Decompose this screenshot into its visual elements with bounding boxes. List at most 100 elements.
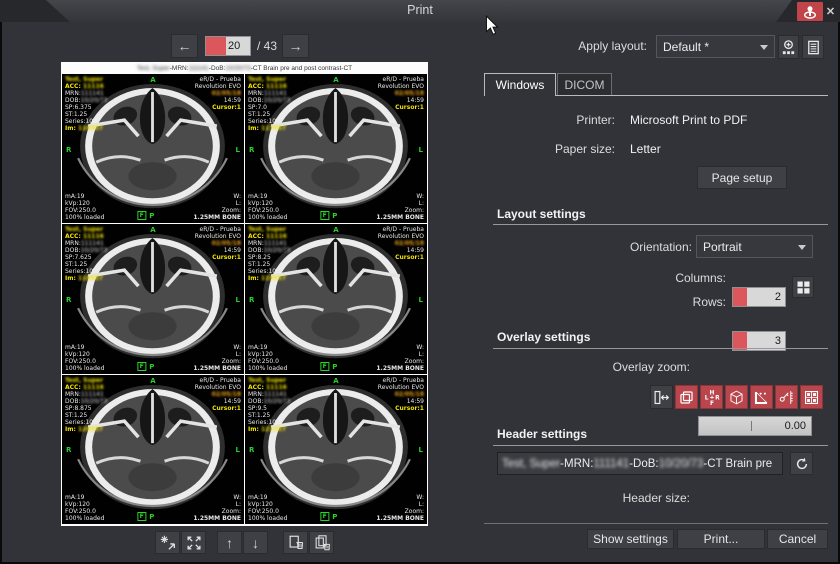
overlay-orientation-button[interactable]: HLRF [700,385,723,409]
stack-icon [678,389,695,406]
overlay-grid-button[interactable] [800,385,823,409]
orientation-marker-posterior: F P [320,362,337,371]
flip-marker: F [137,211,146,220]
cell-overlay-bottom-left: mA:19 kVp:120 FOV:250.0 100% loaded [65,344,104,372]
overlay-zoom-label: Overlay zoom: [500,360,690,374]
orientation-marker-right: R [249,446,254,454]
move-page-up-button[interactable]: ↑ [217,531,242,554]
cell-overlay-bottom-left: mA:19 kVp:120 FOV:250.0 100% loaded [248,193,287,221]
flip-marker: F [320,512,329,521]
right-arrow-icon: → [289,38,303,54]
grid-layout-button[interactable] [792,276,814,298]
rows-value: 3 [775,335,781,347]
overlay-cube-button[interactable] [725,385,748,409]
apply-layout-value: Default * [663,40,709,54]
delete-page-icon [287,534,305,552]
measure-icon [778,389,795,406]
save-layout-icon [780,39,797,56]
page-setup-button[interactable]: Page setup [697,166,787,189]
cell-overlay-bottom-left: mA:19 kVp:120 FOV:250.0 100% loaded [248,494,287,522]
svg-text:R: R [715,396,720,402]
delete-page-button[interactable] [283,531,308,554]
flip-marker: F [320,211,329,220]
orientation-marker-left: L [236,446,240,454]
svg-text:H: H [709,390,714,396]
orientation-marker-posterior: F P [320,211,337,220]
prev-page-button[interactable]: ← [171,34,198,58]
tab-windows[interactable]: Windows [484,73,556,96]
orientation-dropdown[interactable]: Portrait [696,235,813,258]
cell-overlay-top-left: Test, Super ACC: 11116 MRN:111141 DOB:10… [65,226,107,282]
orientation-marker-left: L [236,296,240,304]
orientation-marker-posterior: F P [137,512,154,521]
orientation-marker-left: L [419,296,423,304]
left-arrow-icon: ← [178,38,192,54]
orientation-marker-anterior: A [333,76,338,84]
close-button[interactable]: ✕ [822,1,839,21]
overlay-ruler-button[interactable] [750,385,773,409]
page-spinner-fill [206,37,226,55]
user-pin-button[interactable] [797,2,823,21]
page-number-spinner[interactable]: 20 [205,36,251,56]
overlay-stack-button[interactable] [675,385,698,409]
preview-cell[interactable]: Test, Super ACC: 11116 MRN:111141 DOB:10… [245,375,427,524]
move-page-down-button[interactable]: ↓ [243,531,268,554]
cell-overlay-bottom-right: W: L: Zoom: 1.25MM BONE [193,193,241,221]
svg-text:F: F [710,401,714,406]
columns-spinner[interactable]: 2 [732,287,786,307]
header-reset-button[interactable] [790,452,813,475]
rows-label: Rows: [560,295,726,309]
page-total: / 43 [257,39,277,53]
header-text-field[interactable]: Test, Super-MRN:111141-DoB:10/20/73-CT B… [497,452,783,475]
cancel-button[interactable]: Cancel [767,529,828,549]
preview-cell[interactable]: Test, Super ACC: 11116 MRN:111141 DOB:10… [62,375,244,524]
printer-value: Microsoft Print to PDF [630,113,747,127]
orientation-marker-right: R [66,446,71,454]
cube-icon [728,389,745,406]
actual-size-icon [159,534,177,552]
orientation-marker-right: R [66,146,71,154]
preview-page-header: Test, Super-MRN:111141-DoB:10/20/73-CT B… [62,63,427,74]
chevron-down-icon [798,245,806,254]
overlay-measure-button[interactable] [775,385,798,409]
actual-size-button[interactable] [155,531,180,554]
cell-overlay-bottom-right: W: L: Zoom: 1.25MM BONE [193,344,241,372]
preview-cell[interactable]: Test, Super ACC: 11116 MRN:111141 DOB:10… [62,74,244,223]
orientation-marker-anterior: A [150,377,155,385]
show-settings-button[interactable]: Show settings [587,529,674,549]
preview-cell[interactable]: Test, Super ACC: 11116 MRN:111141 DOB:10… [245,74,427,223]
overlay-zoom-value: 0.00 [785,420,806,432]
orientation-letters-icon: HLRF [703,388,721,406]
orientation-value: Portrait [703,240,742,254]
apply-layout-dropdown[interactable]: Default * [656,35,775,58]
flip-marker: F [320,362,329,371]
delete-all-pages-button[interactable] [309,531,334,554]
cell-overlay-top-left: Test, Super ACC: 11116 MRN:111141 DOB:10… [65,76,107,132]
orientation-marker-anterior: A [150,76,155,84]
next-page-button[interactable]: → [282,34,309,58]
flip-marker: F [137,512,146,521]
user-pin-icon [802,4,818,20]
cell-overlay-bottom-right: W: L: Zoom: 1.25MM BONE [376,193,424,221]
apply-layout-label: Apply layout: [500,39,647,53]
print-preview-page: Test, Super-MRN:111141-DoB:10/20/73-CT B… [61,62,428,526]
save-layout-button[interactable] [778,35,799,59]
manage-layouts-icon [805,39,822,56]
preview-cell[interactable]: Test, Super ACC: 11116 MRN:111141 DOB:10… [62,224,244,373]
manage-layouts-button[interactable] [802,35,824,59]
fit-to-window-button[interactable] [181,531,206,554]
paper-size-value: Letter [630,142,661,156]
chevron-down-icon [760,45,768,54]
overlay-zoom-slider[interactable]: 0.00 [698,416,812,436]
paper-size-label: Paper size: [484,142,615,156]
cell-overlay-bottom-right: W: L: Zoom: 1.25MM BONE [376,344,424,372]
overlay-exit-button[interactable] [650,385,673,409]
preview-cell[interactable]: Test, Super ACC: 11116 MRN:111141 DOB:10… [245,224,427,373]
tab-dicom[interactable]: DICOM [557,73,612,96]
cell-overlay-bottom-left: mA:19 kVp:120 FOV:250.0 100% loaded [65,494,104,522]
cell-overlay-top-right: eR/D - Prueba Revolution EVO 02/05/18 14… [378,377,424,412]
move-up-icon: ↑ [226,535,233,551]
cell-overlay-bottom-right: W: L: Zoom: 1.25MM BONE [376,494,424,522]
print-button[interactable]: Print... [677,529,765,549]
preview-grid: Test, Super ACC: 11116 MRN:111141 DOB:10… [62,74,427,524]
